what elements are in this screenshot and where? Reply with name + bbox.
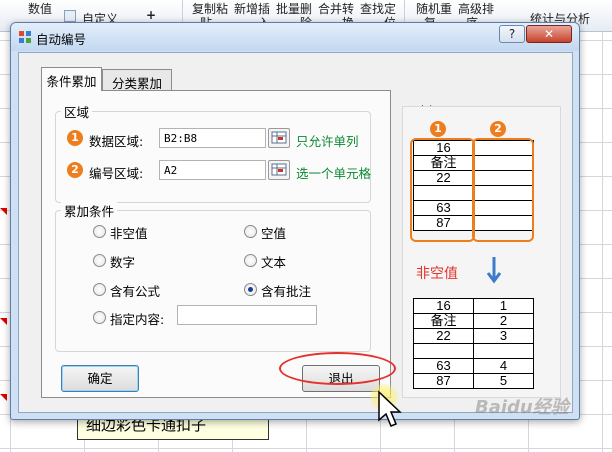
example-panel: 1 2 16 备注 22 63 87 非空值 16 1 备注 2 22 3 63… [402,106,561,398]
down-arrow-icon [486,257,502,284]
data-range-hint: 只允许单列 [296,134,359,149]
example-cell: 2 [473,313,534,329]
radio-has-comment[interactable] [244,283,257,296]
radio-number[interactable] [93,254,106,267]
radio-text[interactable] [244,254,257,267]
label-number[interactable]: 数字 [110,252,135,271]
mouse-cursor-icon [378,390,402,427]
comment-marker [0,394,7,401]
example-badge-1: 1 [430,121,446,137]
range-picker-button[interactable] [268,128,290,148]
example-cell: 3 [473,328,534,344]
example-cell: 5 [473,373,534,389]
custom-content-input[interactable] [177,305,317,325]
condition-group-label: 累加条件 [61,201,118,220]
app-icon [19,31,31,43]
label-empty[interactable]: 空值 [261,223,286,242]
tab-category-accumulate[interactable]: 分类累加 [102,69,172,91]
range-picker-button[interactable] [268,160,290,180]
label-text[interactable]: 文本 [261,252,286,271]
number-range-input[interactable] [159,160,266,180]
label-has-formula[interactable]: 含有公式 [110,281,160,300]
region-group-label: 区域 [61,102,93,121]
number-range-hint: 选一个单元格 [296,166,372,181]
radio-non-empty[interactable] [93,225,106,238]
table-icon [64,10,76,22]
example-cell [473,343,534,359]
example-cell [413,343,474,359]
range-select-icon [271,131,287,144]
example-highlight-2 [472,138,534,242]
label-custom-content[interactable]: 指定内容: [110,309,164,328]
watermark: Baidu经验 [475,397,569,418]
example-condition-label: 非空值 [416,266,458,282]
radio-custom-content[interactable] [93,311,106,324]
close-button[interactable]: ✕ [526,25,572,43]
data-range-label: 数据区域: [89,134,144,149]
region-group [55,111,371,203]
example-cell: 63 [413,358,474,374]
example-table-after: 16 1 备注 2 22 3 63 4 87 5 [413,298,534,389]
example-cell: 备注 [413,313,474,329]
label-non-empty[interactable]: 非空值 [110,223,148,242]
example-cell: 16 [413,298,474,314]
exit-highlight-annotation [279,352,396,385]
comment-marker [0,208,7,215]
data-range-input[interactable] [159,128,266,148]
comment-marker [0,318,7,325]
example-cell: 4 [473,358,534,374]
label-has-comment[interactable]: 含有批注 [261,281,311,300]
example-highlight-1 [410,138,475,242]
radio-has-formula[interactable] [93,283,106,296]
dialog-title: 自动编号 [36,32,87,47]
example-cell: 22 [413,328,474,344]
example-cell: 1 [473,298,534,314]
ribbon-number-label[interactable]: 数值 [28,0,52,17]
help-button[interactable]: ? [499,25,525,43]
ok-button[interactable]: 确定 [61,365,139,392]
range-select-icon [271,163,287,176]
step-2-badge: 2 [67,162,83,178]
example-badge-2: 2 [490,121,506,137]
example-cell: 87 [413,373,474,389]
tab-conditional-accumulate[interactable]: 条件累加 [41,67,102,91]
ribbon-plus[interactable]: + [146,8,156,22]
number-range-label: 编号区域: [89,166,144,181]
radio-empty[interactable] [244,225,257,238]
dialog-titlebar[interactable]: 自动编号 ? ✕ [11,23,579,51]
step-1-badge: 1 [67,130,83,146]
